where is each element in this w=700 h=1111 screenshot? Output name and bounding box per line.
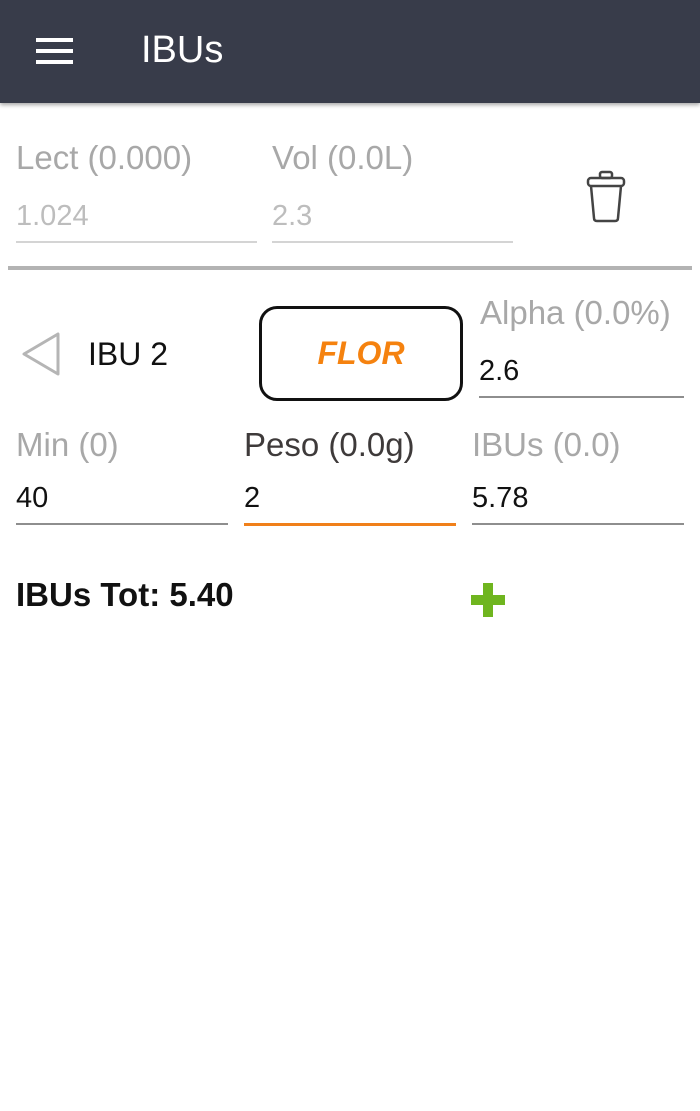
vol-label: Vol (0.0L): [272, 139, 414, 176]
page-title: IBUs: [141, 29, 224, 71]
vol-value: 2.3: [272, 200, 313, 232]
lect-field[interactable]: 1.024: [16, 193, 257, 243]
peso-label: Peso (0.0g): [244, 426, 415, 463]
alpha-field[interactable]: 2.6: [479, 348, 684, 398]
alpha-label: Alpha (0.0%): [480, 294, 671, 331]
lect-label: Lect (0.000): [16, 139, 193, 176]
section-divider: [8, 266, 692, 270]
hamburger-menu-icon[interactable]: [24, 24, 84, 78]
hop-type-button[interactable]: FLOR: [259, 306, 463, 401]
peso-value: 2: [244, 482, 261, 514]
lect-value: 1.024: [16, 200, 89, 232]
min-value: 40: [16, 482, 49, 514]
trash-icon[interactable]: [582, 168, 630, 224]
peso-field[interactable]: 2: [244, 475, 456, 526]
ibus-total: IBUs Tot: 5.40: [16, 576, 234, 613]
min-field[interactable]: 40: [16, 475, 228, 525]
triangle-left-icon[interactable]: [20, 330, 64, 378]
vol-field[interactable]: 2.3: [272, 193, 513, 243]
ibus-value: 5.78: [472, 482, 529, 514]
ibus-label: IBUs (0.0): [472, 426, 621, 463]
hop-name: IBU 2: [88, 336, 169, 372]
ibus-field[interactable]: 5.78: [472, 475, 684, 525]
min-label: Min (0): [16, 426, 119, 463]
alpha-value: 2.6: [479, 355, 520, 387]
plus-icon[interactable]: [468, 580, 508, 620]
app-bar: IBUs: [0, 0, 700, 103]
